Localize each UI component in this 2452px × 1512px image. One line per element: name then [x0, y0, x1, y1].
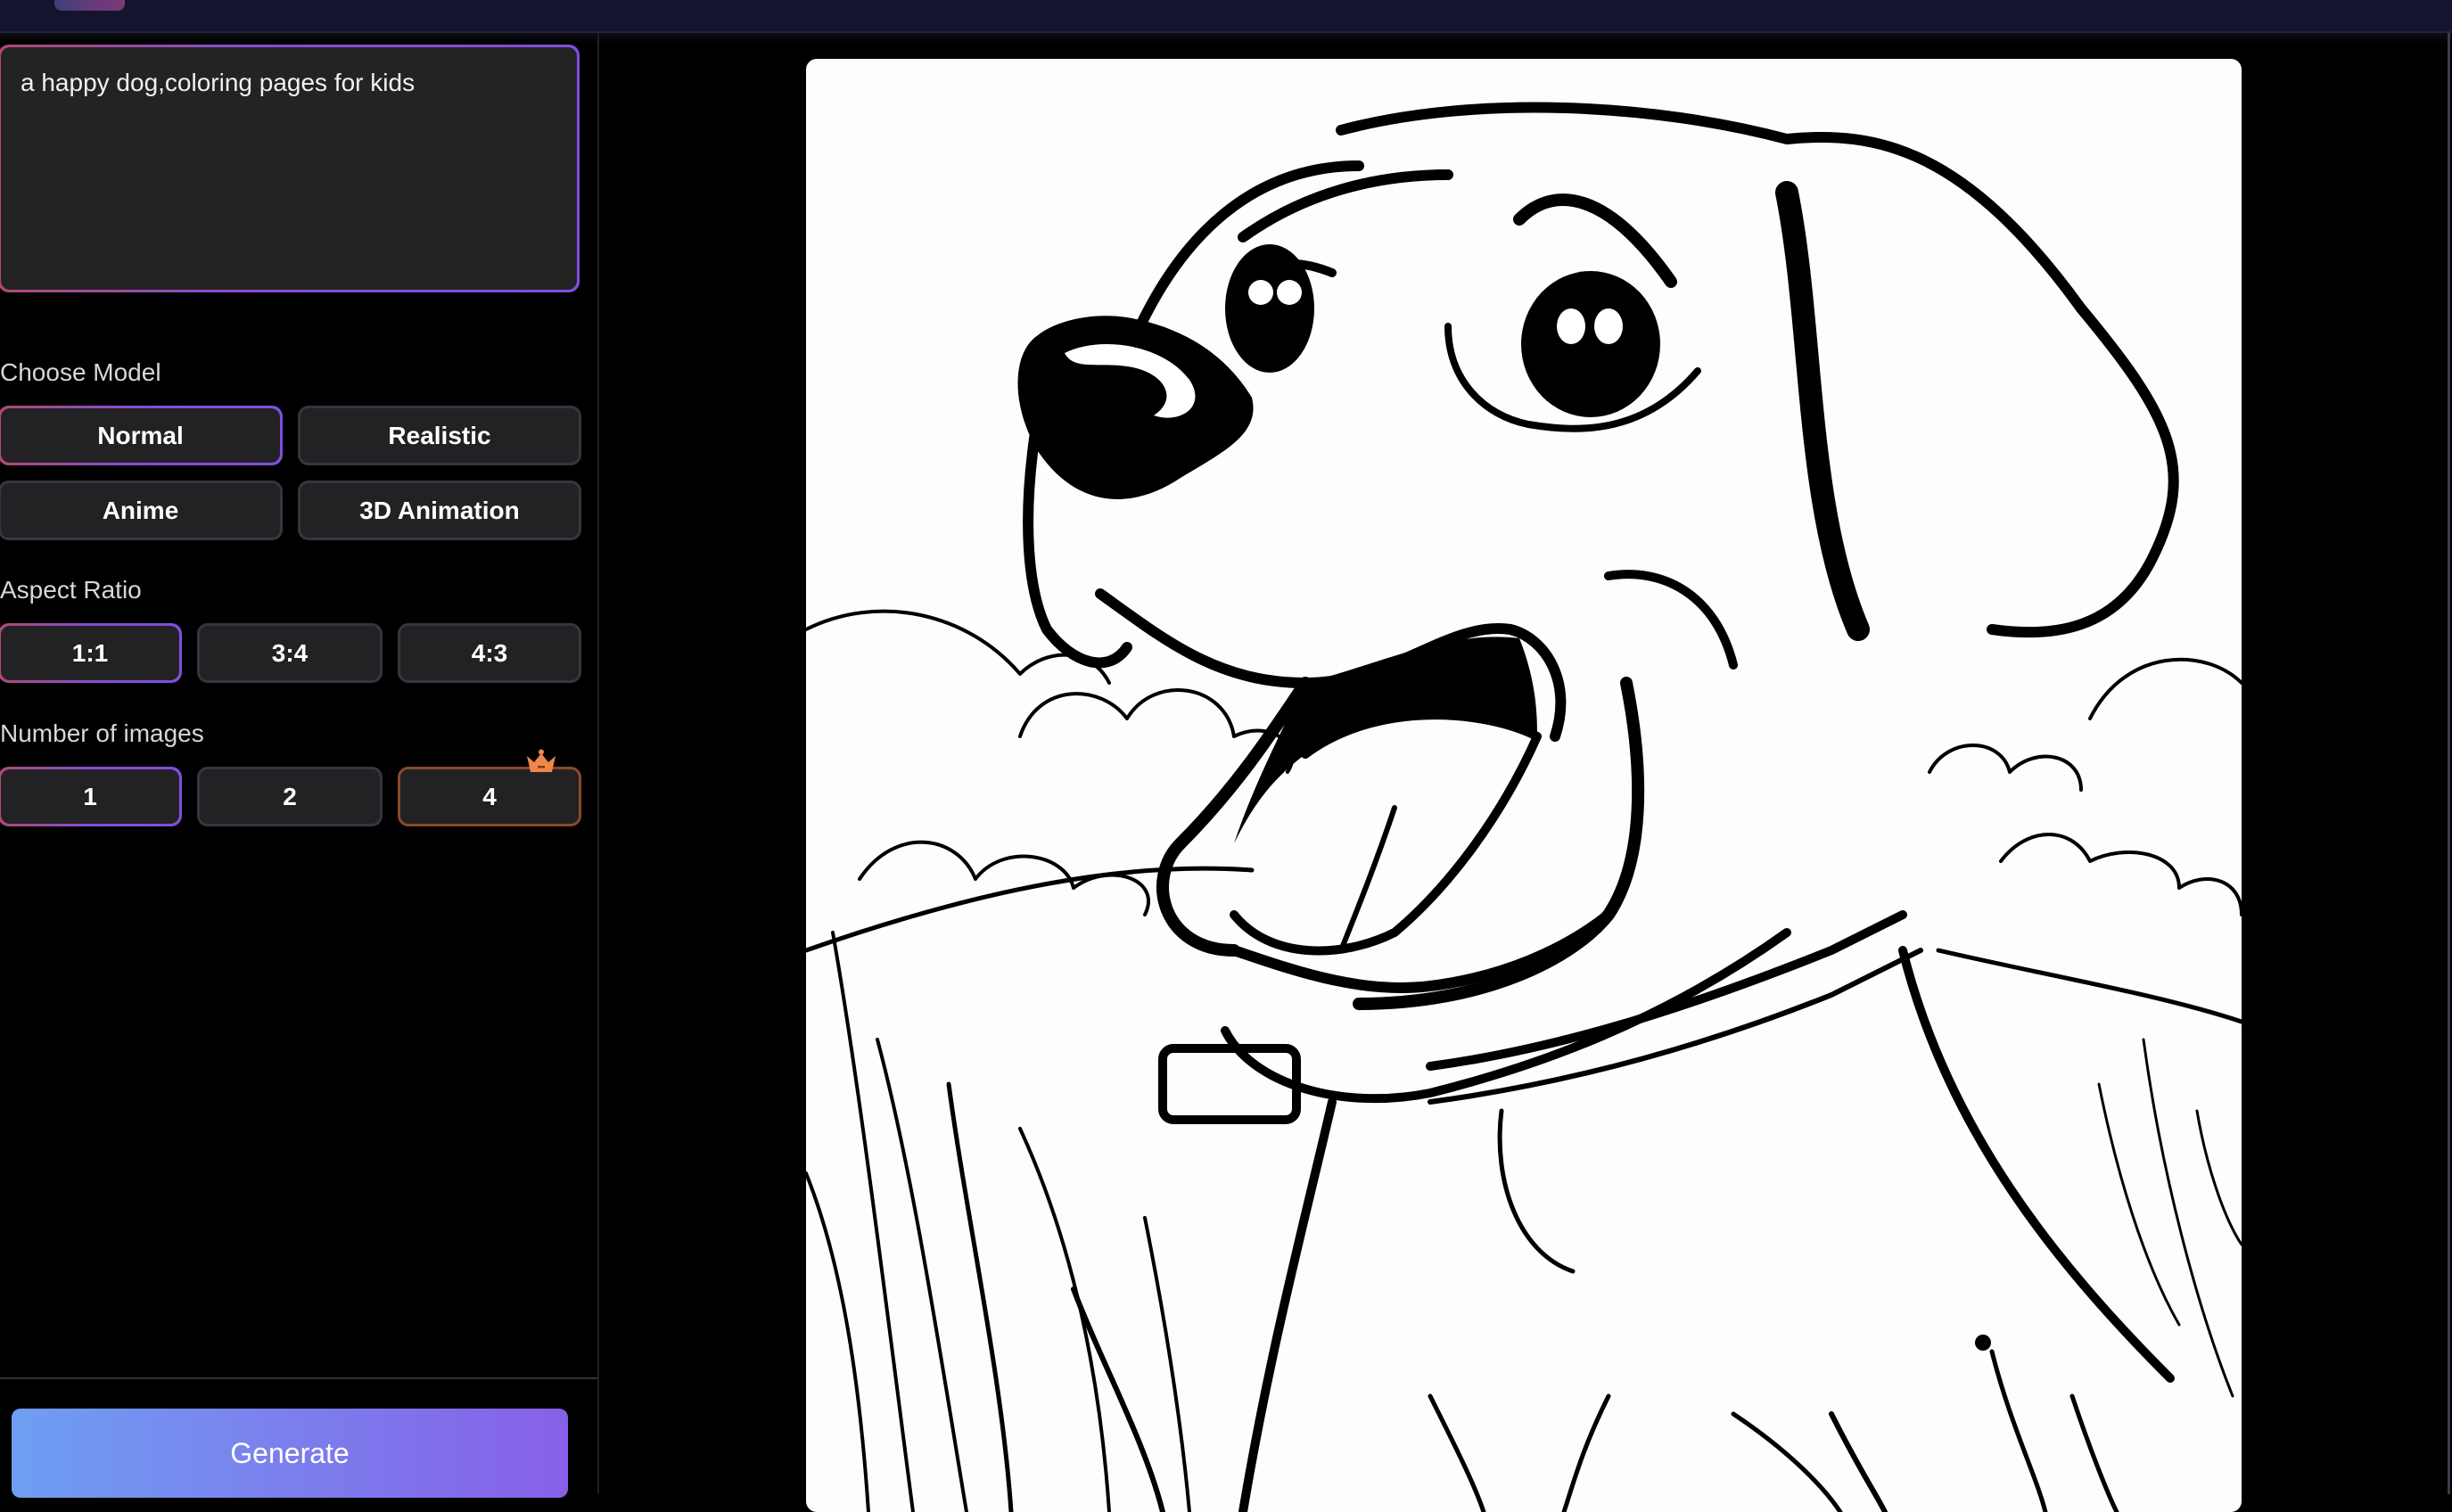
- aspect-ratio-label: Aspect Ratio: [0, 576, 142, 604]
- model-option-3d-animation[interactable]: 3D Animation: [298, 481, 581, 540]
- model-option-label: 3D Animation: [359, 496, 520, 524]
- aspect-option-3-4[interactable]: 3:4: [197, 623, 383, 683]
- aspect-option-1-1[interactable]: 1:1: [0, 623, 182, 683]
- prompt-input[interactable]: [1, 47, 577, 290]
- num-images-option-1[interactable]: 1: [0, 767, 182, 826]
- generate-button[interactable]: Generate: [12, 1409, 568, 1498]
- aspect-option-4-3[interactable]: 4:3: [398, 623, 581, 683]
- model-option-realistic[interactable]: Realistic: [298, 406, 581, 465]
- sidebar-footer-divider: [0, 1377, 597, 1379]
- choose-model-label: Choose Model: [0, 358, 161, 386]
- num-images-option-2[interactable]: 2: [197, 767, 383, 826]
- top-bar: [0, 0, 2452, 33]
- nav-tab-indicator[interactable]: [54, 0, 125, 11]
- model-option-anime[interactable]: Anime: [0, 481, 283, 540]
- model-option-normal[interactable]: Normal: [0, 406, 283, 465]
- dog-coloring-page-illustration: [806, 102, 2242, 1512]
- generated-image[interactable]: [806, 59, 2242, 1512]
- model-option-label: Realistic: [388, 421, 491, 449]
- aspect-option-label: 3:4: [271, 638, 309, 667]
- aspect-option-label: 1:1: [1, 626, 179, 680]
- prompt-field-wrapper: [0, 45, 580, 292]
- number-of-images-label: Number of images: [0, 719, 204, 747]
- num-images-option-label: 1: [1, 769, 179, 824]
- model-option-label: Normal: [1, 408, 280, 463]
- crown-icon: [527, 749, 555, 772]
- num-images-option-4[interactable]: 4: [398, 767, 581, 826]
- model-option-label: Anime: [102, 496, 179, 524]
- num-images-option-label: 2: [283, 782, 297, 810]
- num-images-option-label: 4: [482, 782, 497, 810]
- aspect-option-label: 4:3: [471, 638, 508, 667]
- right-panel-border: [2448, 33, 2450, 1494]
